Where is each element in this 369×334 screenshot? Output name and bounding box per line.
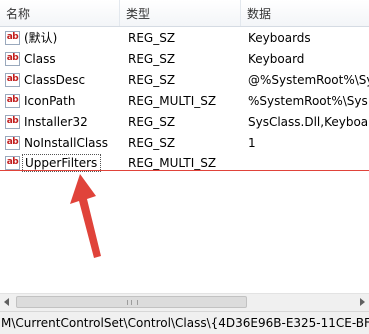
value-name: NoInstallClass bbox=[24, 136, 109, 150]
status-path: M\CurrentControlSet\Control\Class\{4D36E… bbox=[1, 316, 369, 330]
registry-value-row[interactable]: ab ClassDesc REG_SZ @%SystemRoot%\Sy bbox=[0, 70, 369, 91]
registry-value-row[interactable]: ab IconPath REG_MULTI_SZ %SystemRoot%\Sy… bbox=[0, 91, 369, 112]
value-name: Class bbox=[24, 52, 56, 66]
string-value-icon: ab bbox=[5, 52, 20, 66]
annotation-arrow-icon bbox=[70, 174, 101, 258]
string-value-icon: ab bbox=[5, 31, 20, 45]
scroll-left-icon[interactable] bbox=[4, 298, 9, 306]
value-data: Keyboards bbox=[248, 31, 311, 45]
value-data: @%SystemRoot%\Sy bbox=[248, 73, 369, 87]
column-header-type[interactable]: 类型 bbox=[120, 0, 241, 26]
value-type: REG_SZ bbox=[128, 31, 176, 45]
value-type: REG_SZ bbox=[128, 73, 176, 87]
string-value-icon: ab bbox=[5, 156, 20, 170]
horizontal-scrollbar[interactable] bbox=[0, 293, 369, 311]
registry-value-row[interactable]: ab NoInstallClass REG_SZ 1 bbox=[0, 133, 369, 154]
value-type: REG_SZ bbox=[128, 52, 176, 66]
scroll-right-icon[interactable] bbox=[360, 298, 365, 306]
status-bar: M\CurrentControlSet\Control\Class\{4D36E… bbox=[0, 311, 369, 334]
value-name: IconPath bbox=[24, 94, 76, 108]
value-name: (默认) bbox=[24, 31, 58, 45]
list-header: 名称 类型 数据 bbox=[0, 0, 369, 27]
value-type: REG_SZ bbox=[128, 136, 176, 150]
value-type: REG_MULTI_SZ bbox=[128, 94, 217, 108]
value-type: REG_SZ bbox=[128, 115, 176, 129]
value-data: SysClass.Dll,Keyboa bbox=[248, 115, 369, 129]
value-name: Installer32 bbox=[24, 115, 88, 129]
annotation-line bbox=[0, 170, 369, 171]
string-value-icon: ab bbox=[5, 115, 20, 129]
registry-value-row[interactable]: ab Class REG_SZ Keyboard bbox=[0, 49, 369, 70]
column-header-name[interactable]: 名称 bbox=[0, 0, 120, 26]
value-data: Keyboard bbox=[248, 52, 305, 66]
value-data: %SystemRoot%\Sys bbox=[248, 94, 368, 108]
string-value-icon: ab bbox=[5, 73, 20, 87]
scrollbar-thumb[interactable] bbox=[16, 296, 247, 308]
grip-icon bbox=[127, 300, 138, 305]
string-value-icon: ab bbox=[5, 94, 20, 108]
value-data: 1 bbox=[248, 136, 256, 150]
string-value-icon: ab bbox=[5, 136, 20, 150]
value-name: ClassDesc bbox=[24, 73, 86, 87]
registry-value-row[interactable]: ab (默认) REG_SZ Keyboards bbox=[0, 28, 369, 49]
registry-value-row[interactable]: ab Installer32 REG_SZ SysClass.Dll,Keybo… bbox=[0, 112, 369, 133]
column-header-data[interactable]: 数据 bbox=[241, 0, 369, 26]
